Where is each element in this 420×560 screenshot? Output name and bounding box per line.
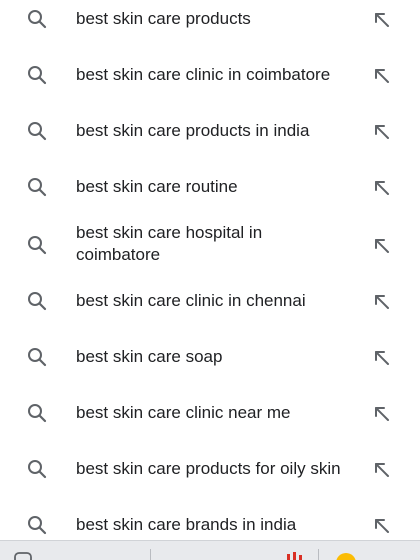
arrow-up-left-icon[interactable]: [372, 10, 392, 30]
suggestion-text: best skin care clinic in coimbatore: [76, 65, 331, 84]
arrow-up-left-icon[interactable]: [372, 292, 392, 312]
suggestion-text: best skin care routine: [76, 177, 238, 196]
suggestion-item[interactable]: best skin care hospital in coimbatore: [0, 222, 420, 272]
arrow-up-left-icon[interactable]: [372, 178, 392, 198]
suggestion-text: best skin care hospital in coimbatore: [76, 223, 263, 264]
suggestion-item[interactable]: best skin care clinic in chennai: [0, 282, 420, 320]
suggestion-text: best skin care products for oily skin: [76, 459, 341, 478]
suggestion-text: best skin care brands in india: [76, 515, 297, 534]
suggestion-item[interactable]: best skin care products for oily skin: [0, 450, 420, 488]
suggestion-item[interactable]: best skin care products in india: [0, 112, 420, 150]
suggestion-item[interactable]: best skin care products: [0, 0, 420, 38]
search-icon: [26, 176, 48, 198]
search-icon: [26, 234, 48, 256]
arrow-up-left-icon[interactable]: [372, 348, 392, 368]
keyboard-toolbar: [0, 540, 420, 560]
suggestion-item[interactable]: best skin care soap: [0, 338, 420, 376]
search-icon: [26, 402, 48, 424]
arrow-up-left-icon[interactable]: [372, 516, 392, 536]
suggestion-item[interactable]: best skin care clinic near me: [0, 394, 420, 432]
arrow-up-left-icon[interactable]: [372, 122, 392, 142]
search-icon: [26, 120, 48, 142]
emoji-icon[interactable]: [334, 550, 358, 560]
suggestion-item[interactable]: best skin care routine: [0, 168, 420, 206]
search-icon: [26, 458, 48, 480]
suggestion-text: best skin care clinic in chennai: [76, 291, 306, 310]
gif-icon[interactable]: [284, 550, 306, 560]
search-icon: [26, 64, 48, 86]
arrow-up-left-icon[interactable]: [372, 404, 392, 424]
search-icon: [26, 346, 48, 368]
search-icon: [26, 8, 48, 30]
search-icon: [26, 290, 48, 312]
suggestion-text: best skin care soap: [76, 347, 223, 366]
arrow-up-left-icon[interactable]: [372, 66, 392, 86]
suggestion-text: best skin care clinic near me: [76, 403, 291, 422]
suggestion-item[interactable]: best skin care brands in india: [0, 506, 420, 540]
suggestion-text: best skin care products in india: [76, 121, 310, 140]
search-icon: [26, 514, 48, 536]
sticker-icon[interactable]: [12, 550, 34, 560]
arrow-up-left-icon[interactable]: [372, 460, 392, 480]
arrow-up-left-icon[interactable]: [372, 236, 392, 256]
suggestion-text: best skin care products: [76, 9, 251, 28]
toolbar-divider: [318, 549, 319, 560]
toolbar-divider: [150, 549, 151, 560]
suggestion-item[interactable]: best skin care clinic in coimbatore: [0, 56, 420, 94]
